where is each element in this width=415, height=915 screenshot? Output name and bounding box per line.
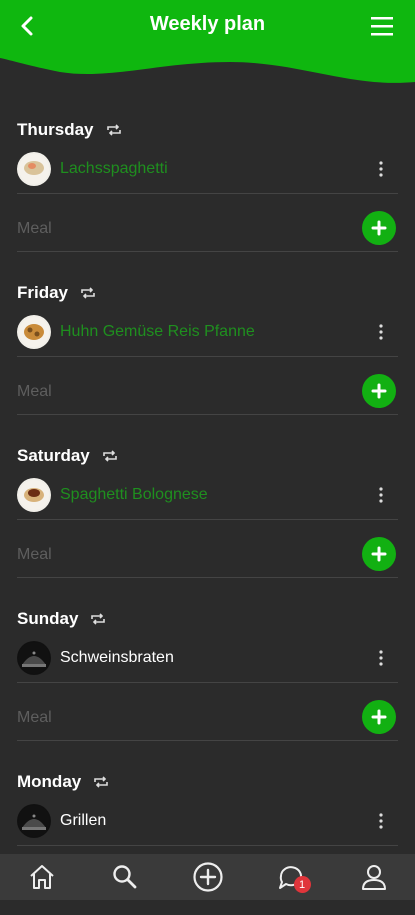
nav-add[interactable] bbox=[188, 857, 228, 897]
add-meal-button[interactable] bbox=[362, 537, 396, 571]
page-title: Weekly plan bbox=[149, 13, 266, 35]
meal-input-row bbox=[17, 696, 398, 741]
placeholder-dish-icon bbox=[17, 641, 51, 675]
more-vertical-icon[interactable] bbox=[378, 811, 384, 831]
repeat-icon[interactable] bbox=[90, 612, 106, 626]
day-name: Saturday bbox=[17, 446, 90, 465]
meal-name[interactable]: Grillen bbox=[60, 812, 106, 830]
plus-icon bbox=[371, 220, 387, 236]
repeat-icon[interactable] bbox=[80, 286, 96, 300]
meal-input-row bbox=[17, 533, 398, 578]
meal-row[interactable]: Huhn Gemüse Reis Pfanne bbox=[17, 308, 398, 357]
menu-button[interactable] bbox=[369, 14, 395, 38]
add-meal-button[interactable] bbox=[362, 211, 396, 245]
meal-row[interactable]: Schweinsbraten bbox=[17, 634, 398, 683]
meal-input[interactable] bbox=[17, 546, 317, 564]
meal-input[interactable] bbox=[17, 220, 317, 238]
bolognese-plate-icon bbox=[17, 478, 51, 512]
repeat-icon[interactable] bbox=[93, 775, 109, 789]
meal-row[interactable]: Grillen bbox=[17, 797, 398, 846]
day-name: Sunday bbox=[17, 609, 79, 628]
repeat-icon[interactable] bbox=[106, 123, 122, 137]
nav-search[interactable] bbox=[105, 857, 145, 897]
nav-home[interactable] bbox=[22, 857, 62, 897]
home-icon bbox=[29, 865, 54, 889]
plus-icon bbox=[371, 383, 387, 399]
meal-link[interactable]: Lachsspaghetti bbox=[60, 160, 168, 178]
app-header: Weekly plan bbox=[0, 0, 415, 90]
more-vertical-icon[interactable] bbox=[378, 485, 384, 505]
day-name: Friday bbox=[17, 283, 69, 302]
chicken-rice-plate-icon bbox=[17, 315, 51, 349]
more-vertical-icon[interactable] bbox=[378, 322, 384, 342]
meal-input-row bbox=[17, 370, 398, 415]
day-section: Sunday Schweinsbraten bbox=[0, 589, 415, 752]
day-section: Friday Huhn Gemüse Reis Pfanne bbox=[0, 263, 415, 426]
nav-profile[interactable] bbox=[354, 857, 394, 897]
day-section: Thursday Lachsspaghetti bbox=[0, 100, 415, 263]
day-section: Saturday Spaghetti Bolognese bbox=[0, 426, 415, 589]
add-meal-button[interactable] bbox=[362, 700, 396, 734]
plus-icon bbox=[371, 709, 387, 725]
meal-row[interactable]: Spaghetti Bolognese bbox=[17, 471, 398, 520]
meal-input[interactable] bbox=[17, 383, 317, 401]
search-icon bbox=[112, 865, 136, 889]
day-name: Thursday bbox=[17, 120, 94, 139]
add-circle-icon bbox=[192, 862, 223, 892]
placeholder-dish-icon bbox=[17, 804, 51, 838]
bottom-navigation: 1 bbox=[0, 854, 415, 900]
meal-input[interactable] bbox=[17, 709, 317, 727]
salmon-spaghetti-plate-icon bbox=[17, 152, 51, 186]
more-vertical-icon[interactable] bbox=[378, 159, 384, 179]
meal-row[interactable]: Lachsspaghetti bbox=[17, 145, 398, 194]
meal-input-row bbox=[17, 207, 398, 252]
day-name: Monday bbox=[17, 772, 82, 791]
chat-notification-badge: 1 bbox=[293, 876, 311, 893]
more-vertical-icon[interactable] bbox=[378, 648, 384, 668]
repeat-icon[interactable] bbox=[102, 449, 118, 463]
meal-name[interactable]: Schweinsbraten bbox=[60, 649, 174, 667]
nav-chat[interactable]: 1 bbox=[271, 857, 311, 897]
meal-link[interactable]: Spaghetti Bolognese bbox=[60, 486, 208, 504]
add-meal-button[interactable] bbox=[362, 374, 396, 408]
hamburger-icon bbox=[371, 17, 393, 36]
meal-link[interactable]: Huhn Gemüse Reis Pfanne bbox=[60, 323, 255, 341]
weekly-plan-list: Thursday Lachsspaghetti Friday bbox=[0, 100, 415, 915]
profile-icon bbox=[361, 865, 386, 890]
plus-icon bbox=[371, 546, 387, 562]
